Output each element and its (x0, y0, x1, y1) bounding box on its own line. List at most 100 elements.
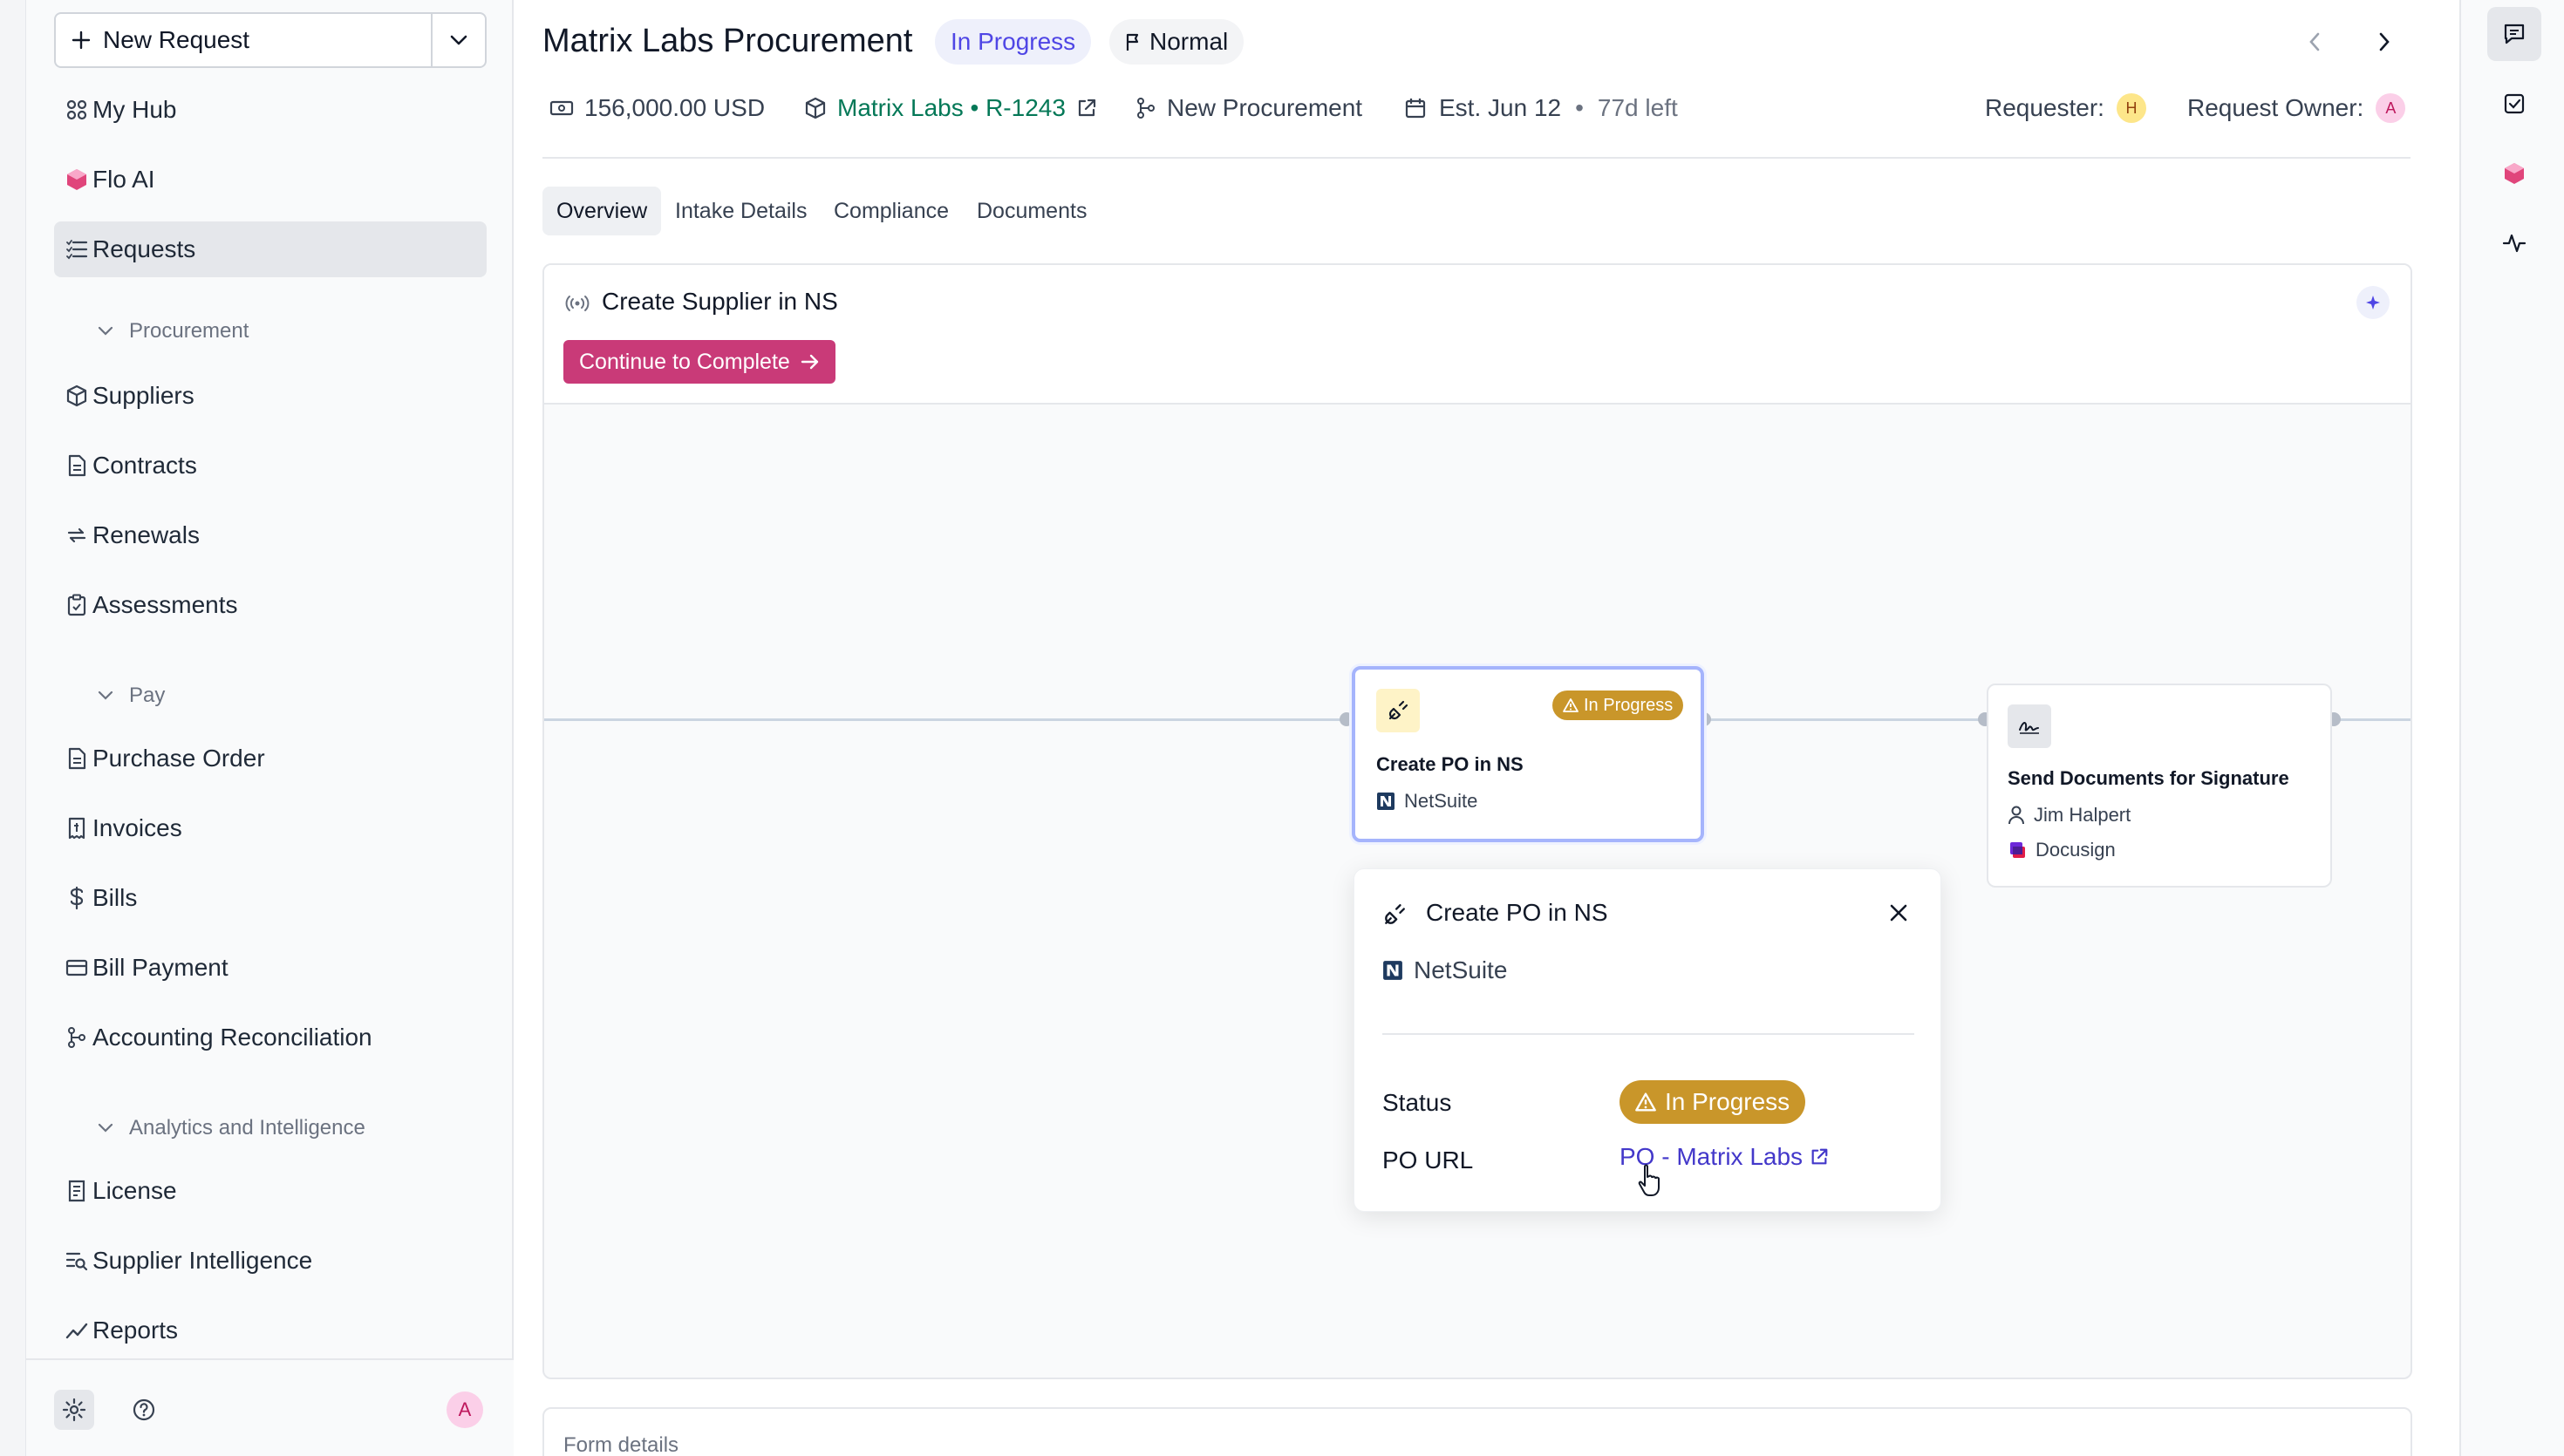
box-icon (65, 384, 89, 408)
sidebar-item-renewals[interactable]: Renewals (54, 507, 487, 563)
close-popover-button[interactable] (1883, 897, 1914, 929)
requester-label: Requester: (1985, 94, 2104, 121)
requester-meta[interactable]: Requester: H (1985, 89, 2146, 127)
search-list-icon (65, 1248, 89, 1273)
sidebar-item-label: Invoices (92, 814, 182, 841)
separator-dot: • (1575, 94, 1584, 121)
status-badge[interactable]: In Progress (935, 19, 1092, 65)
repeat-icon (65, 523, 89, 548)
tab-compliance[interactable]: Compliance (820, 187, 963, 235)
sidebar-item-label: Bill Payment (92, 954, 228, 981)
estimate-meta: Est. Jun 12 • 77d left (1404, 89, 1678, 127)
tab-overview[interactable]: Overview (542, 187, 662, 235)
previous-request-button[interactable] (2297, 24, 2332, 59)
help-circle-icon (133, 1398, 155, 1421)
system-name: Docusign (2036, 839, 2116, 861)
popover-title: Create PO in NS (1426, 899, 1608, 926)
sidebar-item-assessments[interactable]: Assessments (54, 577, 487, 633)
plus-icon (72, 31, 91, 50)
comments-button[interactable] (2487, 7, 2541, 61)
priority-label: Normal (1149, 28, 1229, 55)
sidebar-item-contracts[interactable]: Contracts (54, 438, 487, 493)
sidebar-item-invoices[interactable]: Invoices (54, 800, 487, 856)
trend-icon (65, 1318, 89, 1343)
new-request-button[interactable]: New Request (56, 14, 431, 66)
flag-icon (1126, 33, 1139, 51)
sidebar-item-my-hub[interactable]: My Hub (54, 82, 487, 138)
sidebar-item-reports[interactable]: Reports (54, 1303, 487, 1358)
workflow-canvas[interactable]: Create Supplier in NS Continue to Comple… (542, 263, 2412, 1379)
sidebar-item-label: Purchase Order (92, 745, 265, 772)
tab-documents[interactable]: Documents (963, 187, 1101, 235)
close-icon (1890, 904, 1907, 922)
chevron-down-icon (98, 691, 113, 700)
status-value: In Progress (1665, 1088, 1790, 1115)
badge-label: In Progress (1584, 695, 1674, 715)
help-button[interactable] (124, 1390, 164, 1430)
supplier-meta[interactable]: Matrix Labs • R-1243 (804, 89, 1097, 127)
sidebar-item-license[interactable]: License (54, 1163, 487, 1219)
workflow-node-create-po[interactable]: In Progress Create PO in NS NetSuite (1352, 666, 1704, 842)
popover-divider (1382, 1033, 1914, 1035)
sidebar-item-label: My Hub (92, 96, 177, 123)
sidebar-item-label: Bills (92, 884, 138, 911)
chevron-down-icon (98, 326, 113, 336)
arrow-right-icon (801, 354, 819, 370)
workflow-node-send-signature[interactable]: Send Documents for Signature Jim Halpert… (1987, 684, 2332, 888)
section-procurement[interactable]: Procurement (54, 312, 487, 350)
flow-connector (544, 718, 1347, 721)
form-details-card[interactable]: Form details (542, 1407, 2412, 1456)
next-request-button[interactable] (2367, 24, 2402, 59)
signature-icon (2008, 704, 2051, 748)
node-assignee: Jim Halpert (2008, 804, 2131, 827)
git-branch-icon (1137, 98, 1155, 119)
user-avatar-button[interactable]: A (445, 1390, 485, 1430)
activity-icon (2502, 234, 2526, 253)
sidebar-item-accounting-reconciliation[interactable]: Accounting Reconciliation (54, 1010, 487, 1065)
stage-title: Create Supplier in NS (602, 288, 838, 315)
section-pay[interactable]: Pay (54, 677, 487, 715)
owner-meta[interactable]: Request Owner: A (2187, 89, 2406, 127)
activity-button[interactable] (2487, 216, 2541, 270)
sparkle-icon (2366, 296, 2380, 310)
supplier-link[interactable]: Matrix Labs • R-1243 (837, 94, 1066, 122)
plug-icon (1385, 904, 1405, 924)
popover-system: NetSuite (1382, 956, 1507, 984)
header-divider (542, 157, 2411, 159)
mouse-pointer-icon (1638, 1164, 1660, 1196)
sidebar: New Request My Hub Flo AI Requests Procu… (26, 0, 514, 1456)
sidebar-item-label: Contracts (92, 452, 197, 479)
sidebar-item-purchase-order[interactable]: Purchase Order (54, 731, 487, 786)
chevron-down-icon (450, 35, 467, 45)
tab-intake-details[interactable]: Intake Details (661, 187, 821, 235)
sidebar-footer: A (26, 1358, 514, 1456)
sidebar-item-requests[interactable]: Requests (54, 221, 487, 277)
sidebar-item-bills[interactable]: Bills (54, 870, 487, 926)
amount-meta: 156,000.00 USD (549, 89, 765, 127)
ai-sparkle-button[interactable] (2356, 286, 2390, 319)
new-request-dropdown[interactable] (431, 14, 485, 66)
sidebar-item-label: Suppliers (92, 382, 194, 409)
document-icon (65, 746, 89, 771)
warning-icon (1563, 698, 1579, 712)
sidebar-item-label: Assessments (92, 591, 238, 618)
banknote-icon (549, 100, 574, 116)
priority-badge[interactable]: Normal (1109, 19, 1244, 65)
settings-button[interactable] (54, 1390, 94, 1430)
sidebar-item-flo-ai[interactable]: Flo AI (54, 152, 487, 208)
license-icon (65, 1179, 89, 1203)
sidebar-item-suppliers[interactable]: Suppliers (54, 368, 487, 424)
section-label: Pay (129, 684, 166, 707)
flo-ai-button[interactable] (2487, 146, 2541, 201)
requester-avatar: H (2116, 93, 2146, 123)
section-analytics[interactable]: Analytics and Intelligence (54, 1109, 487, 1147)
sidebar-item-supplier-intelligence[interactable]: Supplier Intelligence (54, 1233, 487, 1289)
tasks-button[interactable] (2487, 77, 2541, 131)
continue-to-complete-button[interactable]: Continue to Complete (563, 340, 835, 384)
sidebar-item-bill-payment[interactable]: Bill Payment (54, 940, 487, 996)
amount-value: 156,000.00 USD (584, 94, 766, 121)
new-request-split-button: New Request (54, 12, 487, 68)
message-square-icon (2504, 24, 2525, 44)
flo-ai-logo-icon (2505, 163, 2524, 184)
receipt-icon (65, 816, 89, 840)
